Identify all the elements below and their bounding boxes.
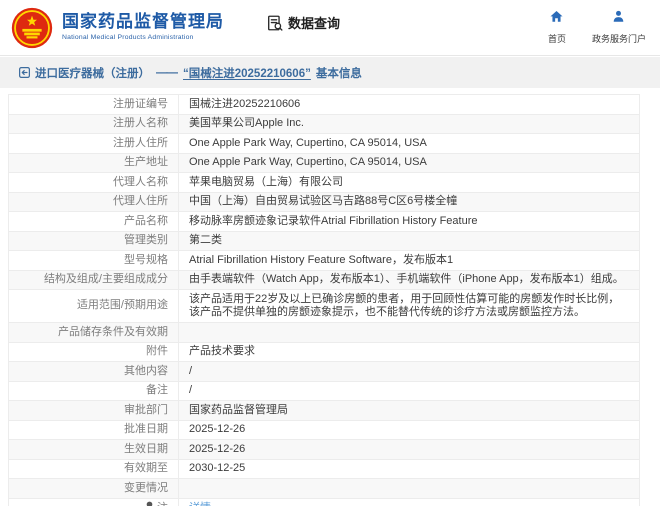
row-value: 苹果电脑贸易（上海）有限公司 <box>178 172 640 193</box>
registration-info-table: 注册证编号 国械注进20252210606 注册人名称 美国苹果公司Apple Inc… <box>8 94 640 506</box>
row-label: 批准日期 <box>8 419 179 440</box>
top-nav: 首页 政务服务门户 <box>548 9 646 45</box>
row-value <box>178 322 640 343</box>
table-row: 注册证编号 国械注进20252210606 <box>8 94 640 115</box>
row-value: 中国（上海）自由贸易试验区马吉路88号C区6号楼全幢 <box>178 191 640 212</box>
row-value: 国械注进20252210606 <box>178 94 640 115</box>
data-query-menu[interactable]: 数据查询 <box>266 13 340 32</box>
breadcrumb-separator: —— <box>156 66 178 79</box>
site-title-block: 国家药品监督管理局 National Medical Products Admi… <box>62 13 224 41</box>
row-label: 审批部门 <box>8 400 179 421</box>
row-value: 产品技术要求 <box>178 341 640 362</box>
row-label: 生产地址 <box>8 152 179 173</box>
header: 国家药品监督管理局 National Medical Products Admi… <box>0 0 660 56</box>
row-value: / <box>178 380 640 401</box>
row-value: 2030-12-25 <box>178 458 640 479</box>
row-value: 2025-12-26 <box>178 419 640 440</box>
table-row: 型号规格 Atrial Fibrillation History Feature … <box>8 250 640 271</box>
row-value: / <box>178 361 640 382</box>
back-icon[interactable] <box>18 66 31 79</box>
row-value: 国家药品监督管理局 <box>178 400 640 421</box>
user-icon <box>611 9 626 29</box>
table-row: 有效期至 2030-12-25 <box>8 458 640 479</box>
row-value: 移动脉率房颤迹象记录软件Atrial Fibrillation History … <box>178 211 640 232</box>
row-label: 代理人住所 <box>8 191 179 212</box>
row-label: 注 <box>8 497 179 506</box>
table-row: 代理人住所 中国（上海）自由贸易试验区马吉路88号C区6号楼全幢 <box>8 191 640 212</box>
breadcrumb-section[interactable]: 进口医疗器械（注册） <box>35 65 150 81</box>
row-value: Atrial Fibrillation History Feature Soft… <box>178 250 640 271</box>
breadcrumb: 进口医疗器械（注册） —— “国械注进20252210606” 基本信息 <box>0 57 660 88</box>
row-label: 型号规格 <box>8 250 179 271</box>
row-value <box>178 478 640 499</box>
row-value: 2025-12-26 <box>178 439 640 460</box>
table-row: 管理类别 第二类 <box>8 230 640 251</box>
nav-home[interactable]: 首页 <box>548 9 566 45</box>
table-row: 附件 产品技术要求 <box>8 341 640 362</box>
table-row: 代理人名称 苹果电脑贸易（上海）有限公司 <box>8 172 640 193</box>
nav-home-label: 首页 <box>547 33 566 44</box>
data-query-label: 数据查询 <box>288 16 341 31</box>
china-national-emblem-icon <box>10 6 54 50</box>
row-label: 其他内容 <box>8 361 179 382</box>
document-search-icon <box>266 14 284 32</box>
row-label: 注册人住所 <box>8 133 179 154</box>
row-value: 美国苹果公司Apple Inc. <box>178 113 640 134</box>
row-value: 该产品适用于22岁及以上已确诊房颤的患者，用于回顾性估算可能的房颤发作时长比例，… <box>178 289 640 323</box>
row-value: 第二类 <box>178 230 640 251</box>
row-value: 由手表端软件（Watch App，发布版本1）、手机端软件（iPhone App… <box>178 269 640 290</box>
table-row: 生效日期 2025-12-26 <box>8 439 640 460</box>
row-value: One Apple Park Way, Cupertino, CA 95014,… <box>178 133 640 154</box>
table-row: 结构及组成/主要组成成分 由手表端软件（Watch App，发布版本1）、手机端软… <box>8 269 640 290</box>
table-row: 注详情 <box>8 497 640 506</box>
home-icon <box>549 9 564 29</box>
row-label: 附件 <box>8 341 179 362</box>
table-row: 变更情况 <box>8 478 640 499</box>
table-row: 产品名称 移动脉率房颤迹象记录软件Atrial Fibrillation Hist… <box>8 211 640 232</box>
table-row: 注册人住所 One Apple Park Way, Cupertino, CA 9… <box>8 133 640 154</box>
row-label: 适用范围/预期用途 <box>8 289 179 323</box>
row-label: 注册证编号 <box>8 94 179 115</box>
table-row: 备注 / <box>8 380 640 401</box>
row-label: 备注 <box>8 380 179 401</box>
table-row: 注册人名称 美国苹果公司Apple Inc. <box>8 113 640 134</box>
site-subtitle: National Medical Products Administration <box>62 34 194 42</box>
table-row: 批准日期 2025-12-26 <box>8 419 640 440</box>
breadcrumb-registration-number[interactable]: “国械注进20252210606” <box>183 65 311 81</box>
info-table-body: 注册证编号 国械注进20252210606 注册人名称 美国苹果公司Apple Inc… <box>8 94 640 506</box>
table-row: 适用范围/预期用途 该产品适用于22岁及以上已确诊房颤的患者，用于回顾性估算可能的… <box>8 289 640 323</box>
row-label: 生效日期 <box>8 439 179 460</box>
row-value: One Apple Park Way, Cupertino, CA 95014,… <box>178 152 640 173</box>
row-label: 变更情况 <box>8 478 179 499</box>
table-row: 产品储存条件及有效期 <box>8 322 640 343</box>
detail-link[interactable]: 详情 <box>189 502 211 506</box>
table-row: 生产地址 One Apple Park Way, Cupertino, CA 95… <box>8 152 640 173</box>
site-title: 国家药品监督管理局 <box>62 12 224 32</box>
nav-gov-portal[interactable]: 政务服务门户 <box>592 9 646 45</box>
row-value: 详情 <box>178 497 640 506</box>
table-row: 审批部门 国家药品监督管理局 <box>8 400 640 421</box>
pin-icon <box>145 501 154 506</box>
site-logo[interactable]: 国家药品监督管理局 National Medical Products Admi… <box>10 6 224 50</box>
row-label: 产品名称 <box>8 211 179 232</box>
row-label: 管理类别 <box>8 230 179 251</box>
row-label: 产品储存条件及有效期 <box>8 322 179 343</box>
table-row: 其他内容 / <box>8 361 640 382</box>
row-label: 注册人名称 <box>8 113 179 134</box>
breadcrumb-suffix: 基本信息 <box>315 67 362 80</box>
row-label: 结构及组成/主要组成成分 <box>8 269 179 290</box>
row-label: 有效期至 <box>8 458 179 479</box>
nav-gov-portal-label: 政务服务门户 <box>591 33 646 44</box>
row-label: 代理人名称 <box>8 172 179 193</box>
